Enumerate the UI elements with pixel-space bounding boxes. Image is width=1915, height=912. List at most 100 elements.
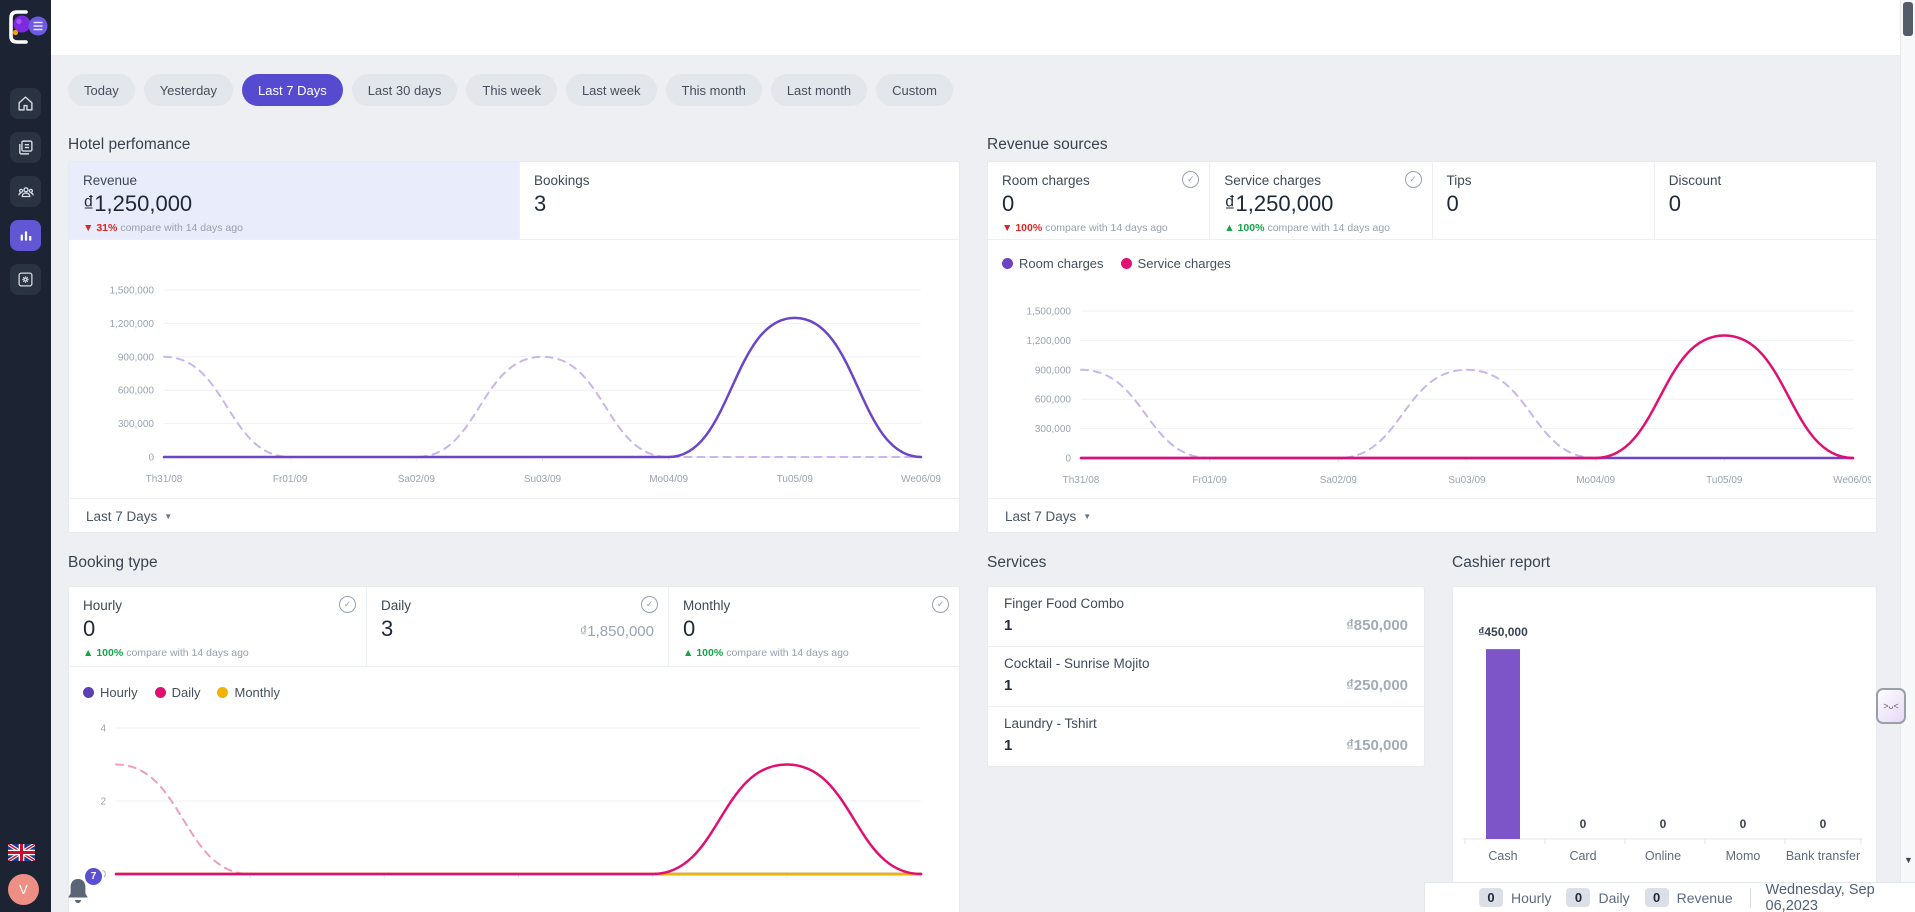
stat-cell-service-charges[interactable]: ✓ Service charges ₫1,250,000 ▲ 100%compa… xyxy=(1210,162,1432,239)
svg-text:300,000: 300,000 xyxy=(118,419,155,430)
svg-text:We06/09: We06/09 xyxy=(901,474,941,485)
scroll-down-arrow-icon[interactable]: ▼ xyxy=(1904,855,1913,865)
sidebar-item-home[interactable] xyxy=(10,88,41,119)
stat-label: Revenue xyxy=(83,173,505,188)
home-icon xyxy=(17,95,34,112)
filter-chip-this-month[interactable]: This month xyxy=(666,74,762,106)
cashier-report-card: ₫450,000Cash0Card0Online0Momo0Bank trans… xyxy=(1452,586,1877,886)
service-amount: ₫850,000 xyxy=(1346,617,1408,634)
language-flag-uk[interactable] xyxy=(8,844,35,861)
filter-chip-last-7-days[interactable]: Last 7 Days xyxy=(242,74,343,106)
legend-item-service-charges[interactable]: Service charges xyxy=(1121,256,1231,271)
stat-cell-tips[interactable]: Tips 0 xyxy=(1433,162,1655,239)
app-logo[interactable] xyxy=(5,7,51,54)
filter-chip-yesterday[interactable]: Yesterday xyxy=(144,74,233,106)
section-title-booking-type: Booking type xyxy=(68,554,158,572)
svg-text:1,500,000: 1,500,000 xyxy=(110,286,155,297)
stat-cell-monthly[interactable]: ✓ Monthly 0 ▲ 100%compare with 14 days a… xyxy=(669,587,959,666)
documents-icon xyxy=(17,139,34,156)
svg-text:0: 0 xyxy=(1580,817,1587,831)
svg-text:Cash: Cash xyxy=(1488,849,1517,863)
sidebar-item-settings[interactable] xyxy=(10,264,41,295)
sidebar xyxy=(0,0,51,912)
svg-text:900,000: 900,000 xyxy=(118,352,155,363)
svg-text:Su03/09: Su03/09 xyxy=(524,474,562,485)
filter-chip-custom[interactable]: Custom xyxy=(876,74,953,106)
svg-text:0: 0 xyxy=(1820,817,1827,831)
revenue-sources-card: ✓ Room charges 0 ▼ 100%compare with 14 d… xyxy=(987,161,1877,533)
legend-item-daily[interactable]: Daily xyxy=(155,685,201,700)
date-filter-bar: Today Yesterday Last 7 Days Last 30 days… xyxy=(68,74,953,106)
stat-cell-bookings[interactable]: Bookings 3 xyxy=(520,162,959,239)
legend-dot xyxy=(83,687,94,698)
revenue-sources-line-chart: 0300,000600,000900,0001,200,0001,500,000… xyxy=(991,277,1871,489)
check-circle-icon[interactable]: ✓ xyxy=(1405,171,1422,188)
filter-chip-last-month[interactable]: Last month xyxy=(771,74,867,106)
bar-chart-icon xyxy=(18,228,34,244)
legend-item-monthly[interactable]: Monthly xyxy=(217,685,280,700)
stat-value: 3 xyxy=(534,191,945,217)
booking-type-card: ✓ Hourly 0 ▲ 100%compare with 14 days ag… xyxy=(68,586,960,912)
svg-text:2: 2 xyxy=(100,797,106,808)
service-qty: 1 xyxy=(1004,737,1012,754)
counter-label: Revenue xyxy=(1677,890,1733,906)
svg-text:Card: Card xyxy=(1569,849,1596,863)
svg-text:Online: Online xyxy=(1645,849,1681,863)
divider xyxy=(1750,888,1751,908)
status-footer-bar: 0 Hourly 0 Daily 0 Revenue Wednesday, Se… xyxy=(1424,882,1915,912)
vertical-scrollbar[interactable]: ▼ xyxy=(1900,0,1915,912)
period-dropdown[interactable]: Last 7 Days ▼ xyxy=(1005,509,1091,524)
svg-text:Th31/08: Th31/08 xyxy=(146,474,183,485)
legend-item-hourly[interactable]: Hourly xyxy=(83,685,138,700)
svg-text:900,000: 900,000 xyxy=(1035,365,1072,376)
stat-cell-hourly[interactable]: ✓ Hourly 0 ▲ 100%compare with 14 days ag… xyxy=(69,587,367,666)
section-title-services: Services xyxy=(987,554,1046,572)
service-qty: 1 xyxy=(1004,617,1012,634)
check-circle-icon[interactable]: ✓ xyxy=(641,596,658,613)
stat-cell-discount[interactable]: Discount 0 xyxy=(1655,162,1876,239)
check-circle-icon[interactable]: ✓ xyxy=(932,596,949,613)
sidebar-item-documents[interactable] xyxy=(10,132,41,163)
legend-item-room-charges[interactable]: Room charges xyxy=(1002,256,1104,271)
footer-date: Wednesday, Sep 06,2023 xyxy=(1766,882,1915,912)
stat-cell-daily[interactable]: ✓ Daily 3 ₫1,850,000 xyxy=(367,587,669,666)
service-amount: ₫150,000 xyxy=(1346,737,1408,754)
sidebar-item-customers[interactable] xyxy=(10,176,41,207)
legend-dot xyxy=(217,687,228,698)
service-amount: ₫250,000 xyxy=(1346,677,1408,694)
svg-text:Bank transfer: Bank transfer xyxy=(1786,849,1860,863)
stat-compare: ▼ 31%compare with 14 days ago xyxy=(83,222,505,234)
filter-chip-this-week[interactable]: This week xyxy=(466,74,557,106)
hotel-performance-line-chart: 0300,000600,000900,0001,200,0001,500,000… xyxy=(81,248,949,488)
filter-chip-last-week[interactable]: Last week xyxy=(566,74,657,106)
svg-text:4: 4 xyxy=(100,724,106,735)
assistant-widget-button[interactable]: >ᴗ< xyxy=(1876,688,1906,724)
service-list-item: Finger Food Combo 1 ₫850,000 xyxy=(988,587,1424,647)
service-name: Finger Food Combo xyxy=(1004,596,1408,611)
sidebar-item-reports[interactable] xyxy=(10,220,41,251)
svg-text:Sa02/09: Sa02/09 xyxy=(1320,475,1358,486)
cashier-bar-chart: ₫450,000Cash0Card0Online0Momo0Bank trans… xyxy=(1463,601,1863,876)
scrollbar-thumb[interactable] xyxy=(1903,2,1913,36)
stat-cell-revenue[interactable]: Revenue ₫1,250,000 ▼ 31%compare with 14 … xyxy=(69,162,520,239)
daily-amount: ₫1,850,000 xyxy=(580,623,654,640)
svg-text:1,500,000: 1,500,000 xyxy=(1027,307,1072,318)
svg-text:300,000: 300,000 xyxy=(1035,424,1072,435)
check-circle-icon[interactable]: ✓ xyxy=(339,596,356,613)
user-avatar[interactable]: V xyxy=(8,874,39,905)
period-dropdown[interactable]: Last 7 Days ▼ xyxy=(86,509,172,524)
service-list-item: Laundry - Tshirt 1₫150,000 xyxy=(988,707,1424,767)
svg-text:Su03/09: Su03/09 xyxy=(1448,475,1486,486)
filter-chip-last-30-days[interactable]: Last 30 days xyxy=(352,74,458,106)
hotel-performance-card: Revenue ₫1,250,000 ▼ 31%compare with 14 … xyxy=(68,161,960,533)
chevron-down-icon: ▼ xyxy=(164,512,172,521)
check-circle-icon[interactable]: ✓ xyxy=(1182,171,1199,188)
chart-footer: Last 7 Days ▼ xyxy=(988,498,1876,534)
chart-legend: Room charges Service charges xyxy=(1002,256,1231,271)
notification-bell-button[interactable]: 7 xyxy=(64,868,106,912)
svg-text:600,000: 600,000 xyxy=(118,386,155,397)
stat-cell-room-charges[interactable]: ✓ Room charges 0 ▼ 100%compare with 14 d… xyxy=(988,162,1210,239)
svg-text:Fr01/09: Fr01/09 xyxy=(1192,475,1227,486)
filter-chip-today[interactable]: Today xyxy=(68,74,135,106)
service-name: Cocktail - Sunrise Mojito xyxy=(1004,656,1408,671)
